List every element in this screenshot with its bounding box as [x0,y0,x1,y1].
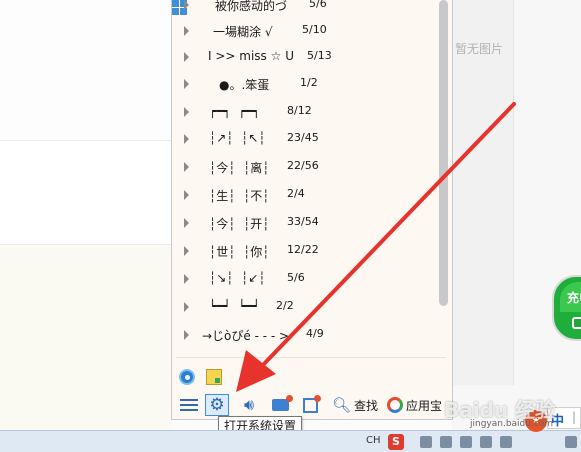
watermark-url: jingyan.baidu.com [470,419,554,429]
speaker-icon: 🔊︎ [243,395,255,414]
program-list-item[interactable]: I >> miss ☆ U 5/13 [172,46,438,72]
expand-arrow-icon[interactable] [184,246,189,256]
program-item-name: 一場糊涂 √ [213,25,273,39]
program-list-item[interactable]: ●。.笨蛋 1/2 [172,73,438,99]
no-image-text: 暂无图片 [455,42,504,56]
expand-arrow-icon[interactable] [184,52,189,62]
folder-icon [271,395,293,411]
program-item-name: ┆今┆ ┆开┆ [209,217,270,231]
program-list-item[interactable]: ┆今┆ ┆离┆ 22/56 [172,156,438,182]
expand-arrow-icon[interactable] [184,0,189,10]
pin-icon [302,394,321,413]
program-item-name: ┆生┆ ┆不┆ [209,189,270,203]
tray-app-icon[interactable] [480,436,492,448]
program-list-item[interactable]: ┍━┑ ┍━┑ 8/12 [172,101,438,127]
program-item-name: ┕━┙ ┕━┙ [209,299,260,313]
expand-arrow-icon[interactable] [184,26,189,36]
appstore-label: 应用宝 [406,398,443,413]
taskbar: CH S [0,430,581,452]
background-section [0,245,172,430]
charging-widget[interactable]: 充电 [552,275,581,341]
divider [176,357,446,358]
program-list-item[interactable]: →じòぴé - - - > 4/9 [172,324,438,350]
scrollbar-thumb[interactable] [439,0,448,306]
program-item-name: ┆↘┆ ┆↙┆ [209,271,266,285]
program-item-name: ┆↗┆ ┆↖┆ [209,131,266,145]
expand-arrow-icon[interactable] [184,107,189,117]
tray-app-icon[interactable] [500,436,512,448]
settings-button[interactable]: ⚙ [205,394,229,416]
start-menu-panel: 被你感动的づ 5/6 一場糊涂 √ 5/10 I >> miss ☆ U 5/13 ●。.笨… [171,0,453,420]
program-list-item[interactable]: 被你感动的づ 5/6 [172,0,438,20]
background-section [0,140,172,245]
search-button[interactable]: 🔍︎ 查找 [332,394,380,416]
search-icon: 🔍︎ [332,396,352,414]
menu-bottom-bar: ⚙ 🔊︎ 🔍︎ 查找 应用宝 [172,392,454,418]
program-item-count: 23/45 [287,131,319,144]
menu-line [180,409,198,411]
favorites-button[interactable] [299,394,321,416]
program-item-count: 4/9 [306,327,324,340]
expand-arrow-icon[interactable] [184,134,189,144]
menu-line [180,404,198,406]
language-indicator[interactable]: CH [366,435,381,446]
expand-arrow-icon[interactable] [184,330,189,340]
tray-volume-icon[interactable] [565,436,577,448]
program-item-name: ┆今┆ ┆离┆ [209,161,270,175]
program-item-name: →じòぴé - - - > [202,329,290,343]
program-item-count: 33/54 [287,215,319,228]
expand-arrow-icon[interactable] [184,79,189,89]
program-item-count: 8/12 [287,104,312,117]
tray-app-icon[interactable] [460,436,472,448]
program-item-name: ┍━┑ ┍━┑ [209,104,260,118]
program-list-item[interactable]: 一場糊涂 √ 5/10 [172,20,438,46]
expand-arrow-icon[interactable] [184,218,189,228]
program-list-item[interactable]: ┆今┆ ┆开┆ 33/54 [172,212,438,238]
tray-printer-icon[interactable] [420,436,432,448]
appstore-icon [387,397,403,413]
program-item-count: 5/13 [307,49,332,62]
toggle-icon [572,317,581,329]
program-item-name: I >> miss ☆ U [208,49,294,63]
expand-arrow-icon[interactable] [184,162,189,172]
volume-button[interactable]: 🔊︎ [239,394,259,416]
program-list-item[interactable]: ┆↘┆ ┆↙┆ 5/6 [172,268,438,294]
sticky-note-icon[interactable] [206,369,222,385]
program-list-item[interactable]: ┆世┆ ┆你┆ 12/22 [172,240,438,266]
scrollbar[interactable] [437,0,449,310]
files-button[interactable] [269,394,293,416]
program-item-count: 5/10 [302,23,327,36]
ime-logo-icon[interactable]: S [388,434,404,450]
gear-icon: ⚙ [209,394,225,415]
tray-network-icon[interactable] [440,436,452,448]
program-item-name: ┆世┆ ┆你┆ [209,245,270,259]
program-item-count: 12/22 [287,243,319,256]
program-item-count: 2/4 [287,187,305,200]
program-item-count: 5/6 [287,271,305,284]
program-item-name: ●。.笨蛋 [219,78,270,92]
image-panel [452,0,514,385]
widget-label: 充电 [567,291,581,305]
appstore-button[interactable]: 应用宝 [387,394,447,416]
program-item-count: 5/6 [309,0,327,10]
program-list-item[interactable]: ┆↗┆ ┆↖┆ 23/45 [172,128,438,154]
menu-line [180,399,198,401]
program-list-item[interactable]: ┕━┙ ┕━┙ 2/2 [172,296,438,322]
browser-icon[interactable] [179,369,195,385]
program-item-count: 22/56 [287,159,319,172]
expand-arrow-icon[interactable] [184,302,189,312]
search-label: 查找 [354,398,379,413]
ime-separator: | [572,410,577,424]
expand-arrow-icon[interactable] [184,274,189,284]
program-item-count: 2/2 [276,299,294,312]
menu-icon[interactable] [180,394,198,416]
program-item-name: 被你感动的づ [215,0,288,13]
expand-arrow-icon[interactable] [184,190,189,200]
program-list-item[interactable]: ┆生┆ ┆不┆ 2/4 [172,184,438,210]
program-item-count: 1/2 [300,76,318,89]
